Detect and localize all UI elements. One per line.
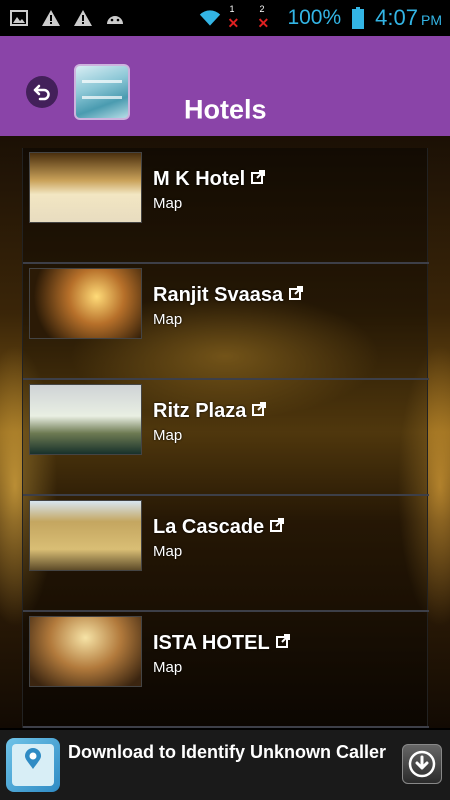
hotel-photo	[29, 152, 142, 223]
warning-icon	[40, 7, 62, 29]
page-title: Hotels	[184, 94, 267, 125]
hotel-name[interactable]: ISTA HOTEL	[153, 632, 270, 655]
hotel-photo	[29, 500, 142, 571]
wifi-icon	[199, 7, 221, 29]
warning-icon	[72, 7, 94, 29]
hotel-list: M K Hotel Map Ranjit Svaasa Map Ritz Pla…	[22, 148, 429, 728]
external-link-icon[interactable]	[270, 518, 285, 537]
hotel-photo	[29, 384, 142, 455]
external-link-icon[interactable]	[252, 402, 267, 421]
battery-icon	[347, 7, 369, 29]
location-pin-icon	[25, 748, 41, 769]
gallery-icon	[8, 7, 30, 29]
action-bar: Hotels	[0, 36, 450, 136]
external-link-icon[interactable]	[275, 634, 290, 653]
download-icon	[408, 750, 436, 778]
ad-text[interactable]: Download to Identify Unknown Caller	[68, 742, 386, 763]
clock: 4:07 PM	[375, 5, 442, 30]
map-link[interactable]: Map	[153, 427, 266, 444]
ad-banner[interactable]: Download to Identify Unknown Caller	[0, 728, 450, 800]
hotel-photo	[29, 616, 142, 687]
hotel-name[interactable]: Ranjit Svaasa	[153, 284, 283, 307]
signal-sim2-icon: 2 ✕	[257, 4, 270, 31]
hotel-name[interactable]: Ritz Plaza	[153, 400, 246, 423]
battery-percent: 100%	[287, 6, 342, 29]
map-link[interactable]: Map	[153, 195, 265, 212]
hotel-name[interactable]: La Cascade	[153, 516, 264, 539]
list-item[interactable]: La Cascade Map	[23, 496, 429, 612]
hotel-name[interactable]: M K Hotel	[153, 168, 245, 191]
map-link[interactable]: Map	[153, 311, 303, 328]
external-link-icon[interactable]	[251, 170, 266, 189]
app-logo	[74, 64, 130, 120]
back-arrow-icon	[33, 84, 50, 101]
list-item[interactable]: Ranjit Svaasa Map	[23, 264, 429, 380]
status-bar: 1 ✕ 2 ✕ 100% 4:07 PM	[0, 0, 450, 36]
android-icon	[104, 7, 126, 29]
list-item[interactable]: Ritz Plaza Map	[23, 380, 429, 496]
map-link[interactable]: Map	[153, 659, 290, 676]
external-link-icon[interactable]	[289, 286, 304, 305]
download-button[interactable]	[402, 744, 442, 784]
ad-app-icon[interactable]	[6, 738, 60, 792]
back-button[interactable]	[26, 76, 58, 108]
map-link[interactable]: Map	[153, 543, 284, 560]
hotel-photo	[29, 268, 142, 339]
list-item[interactable]: ISTA HOTEL Map	[23, 612, 429, 728]
signal-sim1-icon: 1 ✕	[227, 4, 240, 31]
list-item[interactable]: M K Hotel Map	[23, 148, 429, 264]
